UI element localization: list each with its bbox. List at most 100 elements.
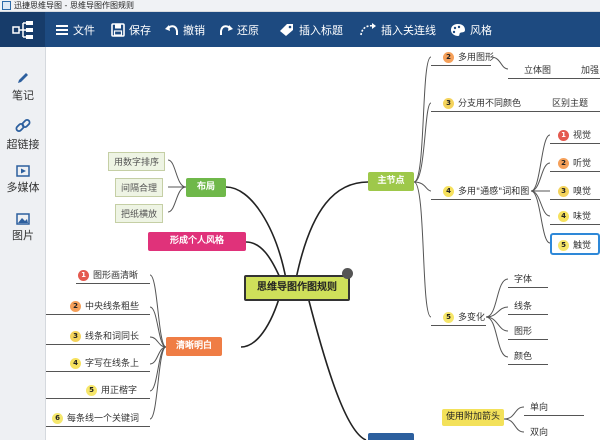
layout-item[interactable]: 把纸横放 <box>115 204 164 223</box>
hidden-node[interactable] <box>368 433 414 440</box>
sense-item[interactable]: 4 味觉 <box>558 209 591 222</box>
clear-item-label: 线条和词同长 <box>85 332 140 342</box>
right-item-label: 分支用不同颜色 <box>458 99 522 109</box>
curve-arrow-icon <box>359 22 377 37</box>
redo-button[interactable]: 还原 <box>219 12 259 47</box>
center-topic[interactable]: 思维导图作图规则 <box>244 275 350 301</box>
redo-label: 还原 <box>237 23 259 37</box>
right-item[interactable]: 3 分支用不同颜色 <box>443 96 521 109</box>
insert-link-line-button[interactable]: 插入关连线 <box>359 12 436 47</box>
layout-node-label: 布局 <box>196 182 215 192</box>
collapse-toggle-icon[interactable] <box>342 268 353 279</box>
branch-underline <box>46 426 150 427</box>
sub-item[interactable]: 区别主题 <box>552 96 588 109</box>
pencil-icon <box>0 71 46 85</box>
number-badge: 5 <box>86 385 97 396</box>
branch-underline <box>524 415 584 416</box>
clear-item[interactable]: 4 字写在线条上 <box>70 356 139 369</box>
sub-item[interactable]: 立体图 <box>524 63 551 76</box>
clear-item[interactable]: 1 图形画清晰 <box>78 268 138 281</box>
sidebar-item-notes[interactable]: 笔记 <box>0 71 46 103</box>
insert-link-line-label: 插入关连线 <box>381 23 436 37</box>
insert-title-button[interactable]: 插入标题 <box>279 12 343 47</box>
main-node[interactable]: 主节点 <box>368 172 414 191</box>
style-node[interactable]: 形成个人风格 <box>148 232 246 251</box>
number-badge: 1 <box>558 130 569 141</box>
style-node-label: 形成个人风格 <box>169 236 224 246</box>
number-badge: 3 <box>558 186 569 197</box>
save-icon <box>111 22 125 37</box>
sense-label: 触觉 <box>573 241 592 251</box>
branch-underline <box>431 65 491 66</box>
left-sidebar: 笔记 超链接 多媒体 图片 <box>0 47 46 440</box>
number-badge: 3 <box>443 98 454 109</box>
clear-item-label: 用正楷字 <box>101 386 138 396</box>
right-item[interactable]: 4 多用"通感"词和图 <box>443 184 529 197</box>
link-icon <box>0 118 46 134</box>
branch-underline <box>46 398 150 399</box>
sidebar-item-hyperlink[interactable]: 超链接 <box>0 118 46 152</box>
right-item[interactable]: 5 多变化 <box>443 310 485 323</box>
toolbar: 文件 保存 撤销 还原 插入标题 插入关连线 风格 <box>0 12 600 47</box>
app-icon <box>2 1 11 10</box>
layout-item[interactable]: 间隔合理 <box>115 178 164 197</box>
save-label: 保存 <box>129 23 151 37</box>
clear-item-label: 图形画清晰 <box>93 271 139 281</box>
sidebar-item-image[interactable]: 图片 <box>0 213 46 243</box>
sense-item-selected[interactable]: 5 触觉 <box>550 233 600 255</box>
style-button[interactable]: 风格 <box>450 12 492 47</box>
file-menu-button[interactable]: 文件 <box>55 12 95 47</box>
sub-item[interactable]: 图形 <box>514 324 532 337</box>
main-node-label: 主节点 <box>377 176 405 186</box>
sub-item[interactable]: 单向 <box>530 400 548 413</box>
tag-icon <box>279 23 295 37</box>
save-button[interactable]: 保存 <box>111 12 151 47</box>
sense-item[interactable]: 1 视觉 <box>558 128 591 141</box>
sense-item[interactable]: 2 听觉 <box>558 156 591 169</box>
number-badge: 4 <box>558 211 569 222</box>
clear-node[interactable]: 清晰明白 <box>166 337 222 356</box>
clear-item-label: 每条线一个关键词 <box>67 414 140 424</box>
sub-item[interactable]: 颜色 <box>514 349 532 362</box>
clear-item[interactable]: 6 每条线一个关键词 <box>52 411 139 424</box>
undo-button[interactable]: 撤销 <box>165 12 205 47</box>
layout-item[interactable]: 用数字排序 <box>108 152 166 171</box>
number-badge: 6 <box>52 413 63 424</box>
window-title: 迅捷思维导图 - 思维导图作图规则 <box>14 1 134 10</box>
sense-item[interactable]: 3 嗅觉 <box>558 184 591 197</box>
number-badge: 2 <box>558 158 569 169</box>
style-label: 风格 <box>470 23 492 37</box>
undo-icon <box>165 23 179 37</box>
branch-underline <box>46 344 150 345</box>
branch-underline <box>550 224 600 225</box>
sub-item[interactable]: 加强 <box>581 63 599 76</box>
number-badge: 3 <box>70 331 81 342</box>
sub-item[interactable]: 线条 <box>514 299 532 312</box>
branch-underline <box>550 199 600 200</box>
branch-underline <box>550 171 600 172</box>
mindmap-logo-icon[interactable] <box>0 12 45 47</box>
clear-item[interactable]: 2 中央线条粗些 <box>70 299 139 312</box>
palette-icon <box>450 23 466 37</box>
sense-label: 视觉 <box>573 131 592 141</box>
branch-underline <box>431 325 486 326</box>
center-topic-label: 思维导图作图规则 <box>257 282 337 293</box>
clear-item-label: 中央线条粗些 <box>85 302 140 312</box>
right-item-label: 多用"通感"词和图 <box>458 187 530 197</box>
number-badge: 1 <box>78 270 89 281</box>
clear-item[interactable]: 3 线条和词同长 <box>70 329 139 342</box>
layout-node[interactable]: 布局 <box>186 178 226 197</box>
sub-item[interactable]: 双向 <box>530 425 548 438</box>
sense-label: 味觉 <box>573 212 592 222</box>
right-item-label: 多变化 <box>458 313 486 323</box>
clear-item[interactable]: 5 用正楷字 <box>86 383 137 396</box>
sidebar-item-multimedia[interactable]: 多媒体 <box>0 165 46 195</box>
branch-underline <box>76 283 150 284</box>
title-bar: 迅捷思维导图 - 思维导图作图规则 <box>0 0 600 12</box>
mindmap-canvas[interactable]: 思维导图作图规则 主节点 布局 用数字排序 间隔合理 把纸横放 形成个人风格 清… <box>46 47 600 440</box>
sub-item[interactable]: 字体 <box>514 272 532 285</box>
branch-underline <box>431 199 531 200</box>
right-item[interactable]: 2 多用图形 <box>443 50 494 63</box>
number-badge: 5 <box>443 312 454 323</box>
arrow-node[interactable]: 使用附加箭头 <box>442 409 504 426</box>
